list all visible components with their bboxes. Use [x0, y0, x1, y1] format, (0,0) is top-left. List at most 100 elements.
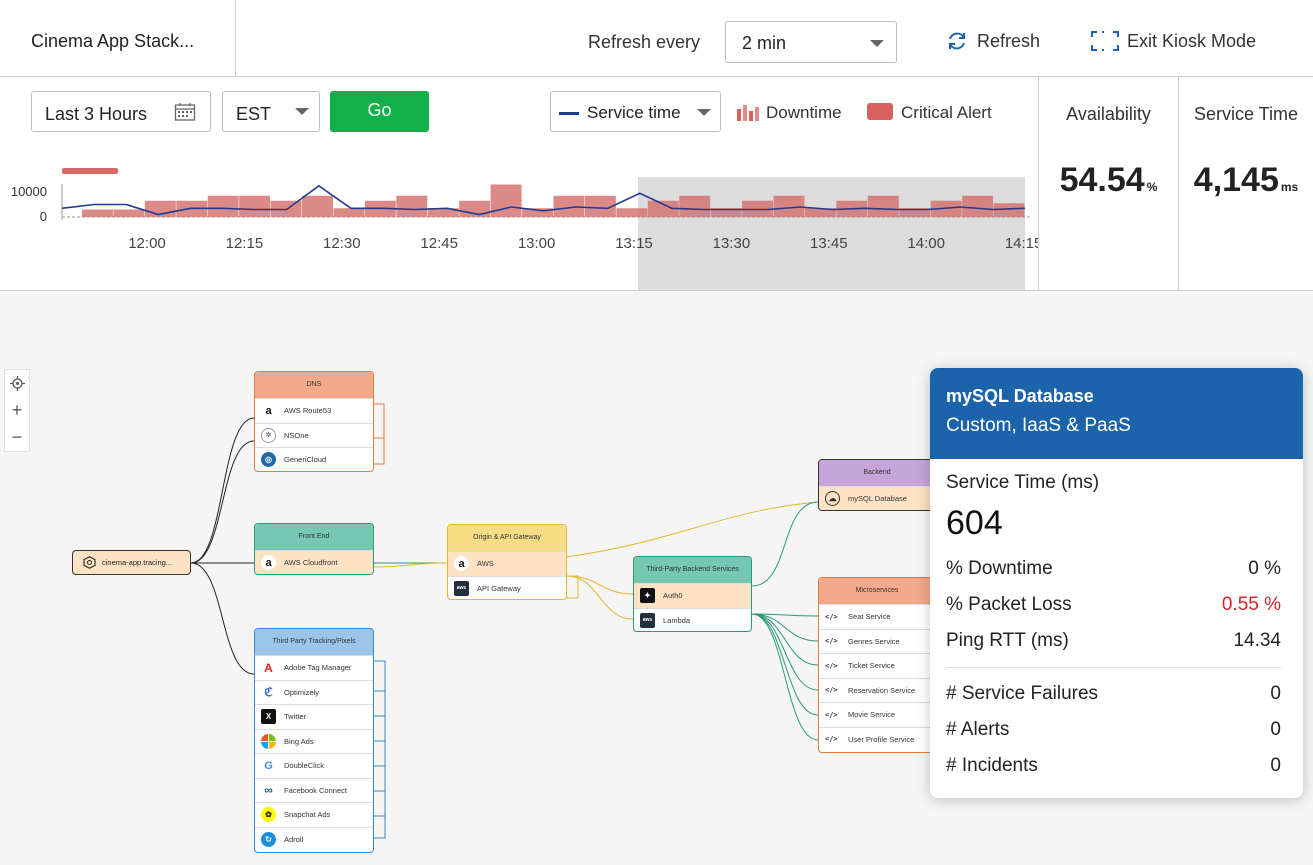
group-header: Backend	[819, 460, 935, 486]
service-facebook-connect[interactable]: ∞ Facebook Connect	[255, 777, 373, 803]
go-button[interactable]: Go	[330, 91, 429, 132]
service-label: AWS Cloudfront	[284, 558, 338, 568]
code-icon: </>	[825, 612, 838, 621]
group-dns[interactable]: DNS a AWS Route53 ✲ NSOne ◎ GeneriCloud	[254, 371, 374, 472]
service-label: GeneriCloud	[284, 455, 327, 465]
chevron-down-icon	[295, 108, 309, 115]
service-label: Adobe Tag Manager	[284, 663, 352, 673]
service-label: AWS	[477, 559, 494, 569]
x-tick-label: 14:00	[907, 235, 945, 252]
metric-value: 0.55 %	[1221, 594, 1281, 615]
service-ticket[interactable]: </> Ticket Service	[819, 653, 935, 678]
count-label: # Service Failures	[946, 683, 1099, 704]
exit-kiosk-button[interactable]: Exit Kiosk Mode	[1090, 30, 1256, 52]
code-icon: </>	[825, 637, 838, 646]
refresh-interval-value: 2 min	[742, 33, 787, 53]
service-doubleclick[interactable]: G DoubleClick	[255, 753, 373, 778]
root-node[interactable]: cinema-app.tracing...	[72, 550, 191, 575]
snapchat-icon: ✿	[261, 807, 276, 823]
metric-label: % Downtime	[946, 558, 1053, 579]
popup-metric-row: % Packet Loss 0.55 %	[946, 587, 1281, 623]
metric-label: Ping RTT (ms)	[946, 630, 1069, 651]
group-backend[interactable]: Backend ☁ mySQL Database	[818, 459, 936, 511]
critical-alert-marker[interactable]	[62, 168, 118, 174]
popup-service-time-value: 604	[946, 504, 1003, 542]
code-icon: </>	[825, 686, 838, 695]
downtime-bar	[333, 208, 365, 217]
series-select[interactable]: Service time	[550, 91, 721, 132]
service-optimizely[interactable]: ℭ Optimizely	[255, 679, 373, 705]
service-twitter[interactable]: X Twitter	[255, 704, 373, 729]
service-label: Lambda	[663, 615, 691, 625]
popup-count-row: # Alerts 0	[946, 712, 1281, 748]
time-range-picker[interactable]: Last 3 Hours	[31, 91, 211, 132]
availability-unit: %	[1146, 180, 1158, 194]
downtime-bar	[113, 209, 145, 217]
downtime-bar	[867, 195, 899, 217]
service-aws-cloudfront[interactable]: a AWS Cloudfront	[255, 550, 373, 574]
service-nsone[interactable]: ✲ NSOne	[255, 422, 373, 448]
downtime-bar	[82, 209, 113, 217]
timezone-select[interactable]: EST	[222, 91, 320, 132]
service-time-chart[interactable]: 10000 0 12:00 12:15 12:30 12:45 13:00 13:15 13:3…	[0, 177, 1038, 290]
service-label: Reservation Service	[848, 685, 916, 695]
service-auth0[interactable]: ✦ Auth0	[634, 583, 751, 608]
service-movie[interactable]: </> Movie Service	[819, 702, 935, 727]
group-third-party-backend[interactable]: Third-Party Backend Services ✦ Auth0 aws L…	[633, 556, 752, 632]
service-time-unit: ms	[1280, 180, 1299, 194]
root-node-label: cinema-app.tracing...	[102, 558, 173, 567]
service-label: mySQL Database	[848, 494, 907, 504]
filter-bar: Last 3 Hours EST Go Service time Downtim…	[0, 77, 1038, 290]
service-lambda[interactable]: aws Lambda	[634, 607, 751, 632]
service-adroll[interactable]: ↻ Adroll	[255, 826, 373, 852]
service-aws-route53[interactable]: a AWS Route53	[255, 398, 373, 423]
service-aws[interactable]: a AWS	[448, 551, 566, 576]
downtime-bar	[239, 195, 271, 217]
y-tick-label: 0	[40, 209, 47, 224]
service-mysql-database[interactable]: ☁ mySQL Database	[819, 486, 935, 510]
service-label: Bing Ads	[284, 736, 314, 746]
popup-count-row: # Service Failures 0	[946, 676, 1281, 712]
group-microservices[interactable]: Microservices </> Seat Service </> Genres …	[818, 577, 936, 753]
refresh-button[interactable]: Refresh	[946, 30, 1040, 52]
downtime-bar	[396, 195, 428, 217]
service-label: Snapchat Ads	[284, 810, 331, 820]
service-label: Facebook Connect	[284, 785, 347, 795]
google-icon: G	[264, 759, 273, 772]
chevron-down-icon	[697, 109, 711, 116]
downtime-bar	[490, 184, 522, 217]
group-header: DNS	[255, 372, 373, 398]
app-title[interactable]: Cinema App Stack...	[0, 0, 236, 77]
refresh-interval-select[interactable]: 2 min	[725, 21, 897, 63]
downtime-bar	[207, 195, 239, 217]
legend-critical-alert: Critical Alert	[867, 103, 992, 123]
service-label: Movie Service	[848, 710, 896, 720]
service-reservation[interactable]: </> Reservation Service	[819, 677, 935, 703]
service-time-value: 4,145 ms	[1179, 161, 1313, 200]
group-front-end[interactable]: Front End a AWS Cloudfront	[254, 523, 374, 575]
bar-chart-icon	[737, 105, 759, 121]
time-range-value: Last 3 Hours	[45, 104, 148, 124]
group-origin-api-gateway[interactable]: Origin & API Gateway a AWS aws API Gateway	[447, 524, 567, 600]
aws-icon: aws	[454, 580, 469, 596]
critical-alert-swatch	[867, 103, 893, 120]
service-api-gateway[interactable]: aws API Gateway	[448, 575, 566, 600]
legend-critical-label: Critical Alert	[901, 103, 992, 122]
service-label: API Gateway	[477, 583, 521, 593]
service-genres[interactable]: </> Genres Service	[819, 628, 935, 654]
service-adobe-tag-manager[interactable]: A Adobe Tag Manager	[255, 655, 373, 680]
group-third-party-tracking[interactable]: Third Party Tracking/Pixels A Adobe Tag M…	[254, 628, 374, 853]
x-tick-label: 13:00	[518, 235, 556, 252]
service-genericloud[interactable]: ◎ GeneriCloud	[255, 447, 373, 471]
service-snapchat-ads[interactable]: ✿ Snapchat Ads	[255, 802, 373, 827]
hexagon-icon	[83, 556, 96, 569]
service-user-profile[interactable]: </> User Profile Service	[819, 726, 935, 752]
popup-body: Service Time (ms) 604 % Downtime 0 % % Pa…	[930, 472, 1303, 784]
downtime-bar	[616, 208, 648, 217]
code-icon: </>	[825, 735, 838, 744]
count-value: 0	[1270, 719, 1281, 740]
service-seat[interactable]: </> Seat Service	[819, 604, 935, 629]
database-icon: ☁	[825, 491, 840, 507]
service-bing-ads[interactable]: Bing Ads	[255, 728, 373, 754]
chevron-down-icon	[870, 40, 884, 47]
